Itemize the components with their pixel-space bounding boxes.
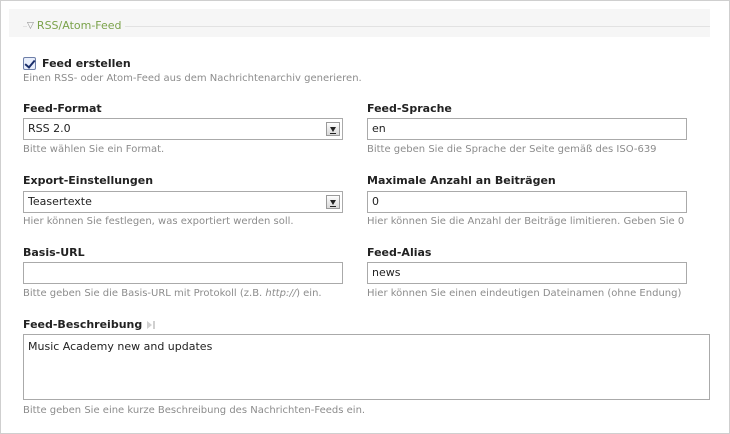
feed-format-label: Feed-Format <box>23 102 102 115</box>
base-url-help: Bitte geben Sie die Basis-URL mit Protok… <box>23 288 322 299</box>
export-settings-label: Export-Einstellungen <box>23 174 154 187</box>
fieldset-header[interactable]: ▽ RSS/Atom-Feed <box>9 9 710 37</box>
max-items-help: Hier können Sie die Anzahl der Beiträge … <box>367 216 685 227</box>
feed-alias-help: Hier können Sie einen eindeutigen Datein… <box>367 288 682 299</box>
max-items-input[interactable]: 0 <box>367 191 687 213</box>
chevron-down-icon[interactable] <box>326 195 340 209</box>
feed-language-input[interactable]: en <box>367 118 687 140</box>
feed-description-textarea[interactable]: Music Academy new and updates <box>23 334 710 400</box>
feed-language-help: Bitte geben Sie die Sprache der Seite ge… <box>367 144 657 155</box>
export-settings-select[interactable]: Teasertexte <box>23 191 343 213</box>
create-feed-row: Feed erstellen <box>23 55 131 71</box>
base-url-help-before: Bitte geben Sie die Basis-URL mit Protok… <box>23 288 266 299</box>
feed-format-help: Bitte wählen Sie ein Format. <box>23 144 165 155</box>
fieldset-legend[interactable]: ▽ RSS/Atom-Feed <box>27 18 125 34</box>
export-settings-help: Hier können Sie festlegen, was exportier… <box>23 216 294 227</box>
base-url-help-example: http:// <box>265 288 297 299</box>
feed-format-select[interactable]: RSS 2.0 <box>23 118 343 140</box>
base-url-help-after: ) ein. <box>296 288 322 299</box>
feed-alias-input[interactable]: news <box>367 262 687 284</box>
feed-alias-label: Feed-Alias <box>367 246 432 259</box>
fieldset-legend-label: RSS/Atom-Feed <box>36 19 122 32</box>
export-settings-value: Teasertexte <box>28 195 92 208</box>
rss-feed-panel: ▽ RSS/Atom-Feed Feed erstellen Einen RSS… <box>0 0 730 434</box>
create-feed-label[interactable]: Feed erstellen <box>42 57 131 70</box>
wizard-icon[interactable] <box>147 320 158 330</box>
base-url-input[interactable] <box>23 262 343 284</box>
max-items-label: Maximale Anzahl an Beiträgen <box>367 174 556 187</box>
feed-description-help: Bitte geben Sie eine kurze Beschreibung … <box>23 405 366 416</box>
feed-format-value: RSS 2.0 <box>28 122 71 135</box>
create-feed-checkbox[interactable] <box>23 56 36 70</box>
feed-language-label: Feed-Sprache <box>367 102 452 115</box>
legend-divider <box>23 26 710 27</box>
chevron-down-icon[interactable] <box>326 122 340 136</box>
base-url-label: Basis-URL <box>23 246 85 259</box>
create-feed-help: Einen RSS- oder Atom-Feed aus dem Nachri… <box>23 73 362 84</box>
feed-description-label: Feed-Beschreibung <box>23 318 143 331</box>
triangle-down-icon[interactable]: ▽ <box>27 18 34 34</box>
